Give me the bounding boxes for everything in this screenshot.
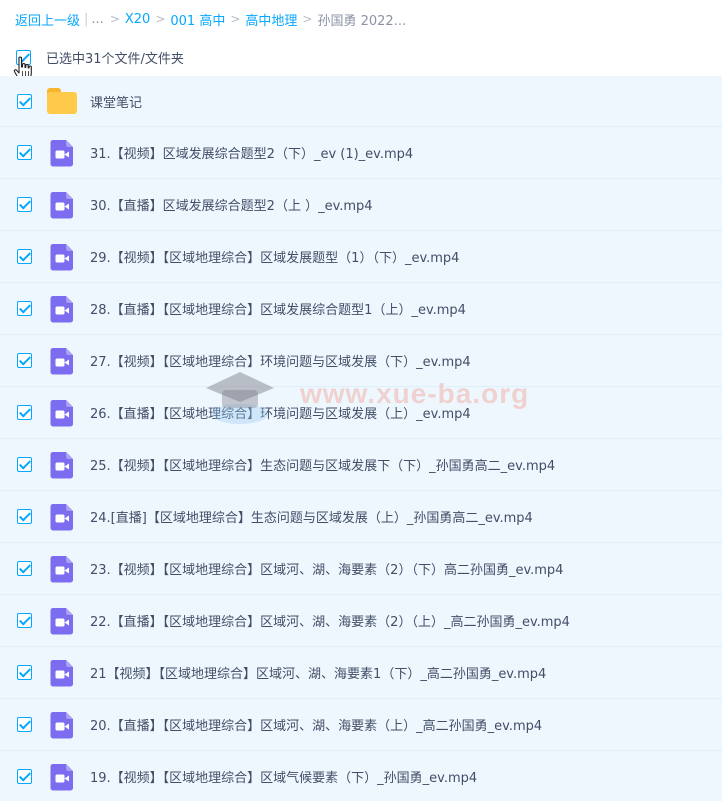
list-item[interactable]: 19.【视频】【区域地理综合】区域气候要素（下）_孙国勇_ev.mp4 <box>0 751 722 801</box>
file-name[interactable]: 29.【视频】【区域地理综合】区域发展题型（1）（下）_ev.mp4 <box>90 247 459 266</box>
list-item[interactable]: 22.【直播】【区域地理综合】区域河、湖、海要素（2）（上）_高二孙国勇_ev.… <box>0 595 722 647</box>
video-file-icon <box>47 398 77 428</box>
file-name[interactable]: 27.【视频】【区域地理综合】环境问题与区域发展（下）_ev.mp4 <box>90 351 471 370</box>
breadcrumb-divider: | <box>84 11 89 27</box>
list-item[interactable]: 21【视频】【区域地理综合】区域河、湖、海要素1（下）_高二孙国勇_ev.mp4 <box>0 647 722 699</box>
row-checkbox[interactable] <box>17 717 32 732</box>
list-item[interactable]: 27.【视频】【区域地理综合】环境问题与区域发展（下）_ev.mp4 <box>0 335 722 387</box>
file-name[interactable]: 26.【直播】【区域地理综合】环境问题与区域发展（上）_ev.mp4 <box>90 403 471 422</box>
row-checkbox[interactable] <box>17 665 32 680</box>
list-item[interactable]: 30.【直播】区域发展综合题型2（上 ）_ev.mp4 <box>0 179 722 231</box>
row-checkbox[interactable] <box>17 561 32 576</box>
file-name[interactable]: 22.【直播】【区域地理综合】区域河、湖、海要素（2）（上）_高二孙国勇_ev.… <box>90 611 570 630</box>
back-link[interactable]: 返回上一级 <box>15 10 80 29</box>
file-name[interactable]: 24.[直播]【区域地理综合】生态问题与区域发展（上）_孙国勇高二_ev.mp4 <box>90 507 533 526</box>
file-name[interactable]: 课堂笔记 <box>90 92 142 111</box>
video-file-icon <box>47 346 77 376</box>
list-item[interactable]: 26.【直播】【区域地理综合】环境问题与区域发展（上）_ev.mp4 <box>0 387 722 439</box>
breadcrumb-item-highschool[interactable]: 001 高中 <box>170 10 225 29</box>
file-name[interactable]: 31.【视频】区域发展综合题型2（下）_ev (1)_ev.mp4 <box>90 143 413 162</box>
video-file-icon <box>47 762 77 792</box>
list-item[interactable]: 23.【视频】【区域地理综合】区域河、湖、海要素（2）（下）高二孙国勇_ev.m… <box>0 543 722 595</box>
video-file-icon <box>47 138 77 168</box>
video-file-icon <box>47 710 77 740</box>
row-checkbox[interactable] <box>17 353 32 368</box>
list-item[interactable]: 31.【视频】区域发展综合题型2（下）_ev (1)_ev.mp4 <box>0 127 722 179</box>
file-list: 课堂笔记 31.【视频】区域发展综合题型2（下）_ev (1)_ev.mp4 30… <box>0 76 722 801</box>
list-item[interactable]: 29.【视频】【区域地理综合】区域发展题型（1）（下）_ev.mp4 <box>0 231 722 283</box>
video-file-icon <box>47 190 77 220</box>
row-checkbox[interactable] <box>17 509 32 524</box>
row-checkbox[interactable] <box>17 457 32 472</box>
breadcrumb-ellipsis[interactable]: ... <box>91 12 103 27</box>
selection-count: 已选中31个文件/文件夹 <box>46 51 184 67</box>
list-item[interactable]: 课堂笔记 <box>0 76 722 127</box>
file-name[interactable]: 20.【直播】【区域地理综合】区域河、湖、海要素（上）_高二孙国勇_ev.mp4 <box>90 715 542 734</box>
breadcrumb-item-x20[interactable]: X20 <box>125 12 150 27</box>
breadcrumb-current: 孙国勇 2022... <box>317 13 407 29</box>
video-file-icon <box>47 502 77 532</box>
video-file-icon <box>47 450 77 480</box>
video-file-icon <box>47 242 77 272</box>
video-file-icon <box>47 554 77 584</box>
folder-icon <box>47 86 77 116</box>
row-checkbox[interactable] <box>17 145 32 160</box>
chevron-right-icon: > <box>155 12 166 26</box>
row-checkbox[interactable] <box>17 613 32 628</box>
video-file-icon <box>47 606 77 636</box>
row-checkbox[interactable] <box>17 249 32 264</box>
breadcrumb-item-geography[interactable]: 高中地理 <box>245 10 297 29</box>
file-name[interactable]: 30.【直播】区域发展综合题型2（上 ）_ev.mp4 <box>90 195 373 214</box>
chevron-right-icon: > <box>302 12 313 26</box>
row-checkbox[interactable] <box>17 93 32 109</box>
video-file-icon <box>47 294 77 324</box>
chevron-right-icon: > <box>230 12 241 26</box>
file-name[interactable]: 25.【视频】【区域地理综合】生态问题与区域发展下（下）_孙国勇高二_ev.mp… <box>90 455 555 474</box>
list-item[interactable]: 25.【视频】【区域地理综合】生态问题与区域发展下（下）_孙国勇高二_ev.mp… <box>0 439 722 491</box>
row-checkbox[interactable] <box>17 769 32 784</box>
breadcrumb: 返回上一级 | ... > X20 > 001 高中 > 高中地理 > 孙国勇 … <box>15 9 406 29</box>
file-name[interactable]: 19.【视频】【区域地理综合】区域气候要素（下）_孙国勇_ev.mp4 <box>90 767 477 786</box>
video-file-icon <box>47 658 77 688</box>
list-item[interactable]: 24.[直播]【区域地理综合】生态问题与区域发展（上）_孙国勇高二_ev.mp4 <box>0 491 722 543</box>
chevron-right-icon: > <box>109 12 120 26</box>
file-name[interactable]: 28.【直播】【区域地理综合】区域发展综合题型1（上）_ev.mp4 <box>90 299 466 318</box>
list-item[interactable]: 20.【直播】【区域地理综合】区域河、湖、海要素（上）_高二孙国勇_ev.mp4 <box>0 699 722 751</box>
file-name[interactable]: 23.【视频】【区域地理综合】区域河、湖、海要素（2）（下）高二孙国勇_ev.m… <box>90 559 563 578</box>
selection-bar: 已选中31个文件/文件夹 <box>0 40 722 74</box>
list-item[interactable]: 28.【直播】【区域地理综合】区域发展综合题型1（上）_ev.mp4 <box>0 283 722 335</box>
row-checkbox[interactable] <box>17 197 32 212</box>
row-checkbox[interactable] <box>17 301 32 316</box>
row-checkbox[interactable] <box>17 405 32 420</box>
file-name[interactable]: 21【视频】【区域地理综合】区域河、湖、海要素1（下）_高二孙国勇_ev.mp4 <box>90 663 546 682</box>
